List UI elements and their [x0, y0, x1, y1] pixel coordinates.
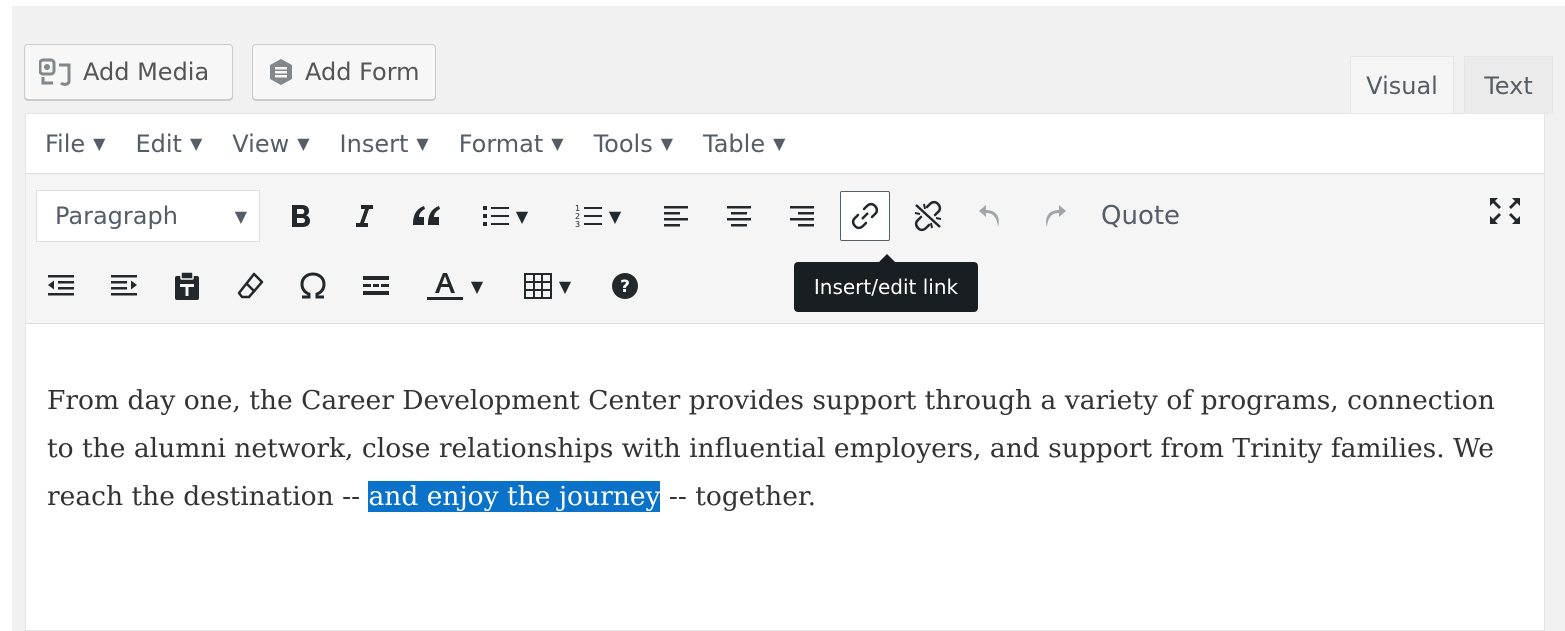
clear-formatting-icon [236, 271, 264, 301]
menu-view[interactable]: View ▼ [232, 130, 309, 158]
menu-tools-label: Tools [593, 129, 653, 158]
menu-insert[interactable]: Insert ▼ [340, 130, 429, 158]
redo-button[interactable] [1029, 191, 1079, 241]
caret-down-icon: ▼ [551, 134, 564, 153]
caret-down-icon: ▼ [608, 206, 622, 226]
align-right-icon [788, 203, 816, 229]
menu-file-label: File [45, 129, 86, 158]
toolbar-row-2: ▼ ▼ ? [36, 258, 663, 314]
redo-icon [1039, 201, 1069, 231]
menu-table[interactable]: Table ▼ [703, 130, 785, 158]
numbered-list-button[interactable]: 123 ▼ [558, 191, 638, 241]
caret-down-icon: ▼ [189, 134, 203, 153]
menu-edit[interactable]: Edit ▼ [135, 130, 202, 158]
insert-link-button[interactable] [840, 191, 890, 241]
bold-icon [288, 202, 314, 230]
help-button[interactable]: ? [600, 261, 650, 311]
horizontal-line-button[interactable] [351, 261, 401, 311]
format-select[interactable]: Paragraph ▼ [36, 190, 260, 242]
unlink-icon [911, 200, 945, 232]
editor-content[interactable]: From day one, the Career Development Cen… [47, 377, 1507, 521]
svg-text:?: ? [620, 277, 630, 297]
help-icon: ? [610, 271, 640, 301]
caret-down-icon: ▼ [660, 134, 674, 153]
table-icon [523, 272, 553, 300]
caret-down-icon: ▼ [470, 276, 484, 296]
content-text-after: -- together. [660, 481, 817, 512]
blockquote-icon [411, 203, 443, 229]
align-center-button[interactable] [714, 191, 764, 241]
caret-down-icon: ▼ [234, 206, 247, 226]
horizontal-line-icon [361, 273, 391, 299]
italic-icon [351, 202, 377, 230]
editor-menubar: File ▼ Edit ▼ View ▼ Insert ▼ Format ▼ T… [26, 114, 1544, 174]
svg-text:3: 3 [575, 220, 580, 229]
menu-format[interactable]: Format ▼ [459, 130, 564, 158]
editor-toolbar: Paragraph ▼ ▼ 1 2 3 ▼ Quote ▼ ▼ ? [26, 174, 1544, 324]
align-left-button[interactable] [651, 191, 701, 241]
caret-down-icon: ▼ [515, 206, 529, 226]
menu-tools[interactable]: Tools ▼ [594, 130, 673, 158]
quote-button[interactable]: Quote [1092, 191, 1189, 241]
paste-as-text-button[interactable] [162, 261, 212, 311]
menu-file[interactable]: File ▼ [45, 130, 105, 158]
numbered-list-icon: 123 [575, 203, 603, 229]
add-form-button[interactable]: Add Form [252, 44, 436, 100]
tab-visual[interactable]: Visual [1350, 56, 1454, 114]
outdent-button[interactable] [36, 261, 86, 311]
text-color-button[interactable]: ▼ [414, 261, 494, 311]
indent-button[interactable] [99, 261, 149, 311]
clear-formatting-button[interactable] [225, 261, 275, 311]
menu-edit-label: Edit [135, 129, 182, 158]
bullet-list-button[interactable]: ▼ [465, 191, 545, 241]
bullet-list-icon [482, 203, 510, 229]
add-media-button[interactable]: Add Media [24, 44, 233, 100]
italic-button[interactable] [339, 191, 389, 241]
align-left-icon [662, 203, 690, 229]
link-tooltip: Insert/edit link [794, 254, 978, 312]
menu-format-label: Format [458, 129, 544, 158]
menu-view-label: View [232, 129, 290, 158]
rich-text-editor: File ▼ Edit ▼ View ▼ Insert ▼ Format ▼ T… [25, 113, 1545, 631]
special-character-icon [298, 271, 328, 301]
menu-table-label: Table [703, 129, 766, 158]
special-character-button[interactable] [288, 261, 338, 311]
text-color-icon [425, 270, 465, 302]
align-right-button[interactable] [777, 191, 827, 241]
unlink-button[interactable] [903, 191, 953, 241]
add-media-label: Add Media [83, 58, 210, 86]
caret-down-icon: ▼ [93, 134, 106, 153]
indent-icon [109, 272, 139, 300]
editor-wrapper: Add Media Add Form Visual Text File ▼ Ed… [12, 6, 1565, 631]
paste-text-icon [173, 271, 201, 301]
caret-down-icon: ▼ [558, 276, 572, 296]
tab-text[interactable]: Text [1464, 56, 1553, 114]
align-center-icon [725, 203, 753, 229]
format-select-value: Paragraph [55, 202, 178, 230]
add-form-label: Add Form [305, 58, 420, 86]
link-icon [850, 201, 880, 231]
undo-icon [976, 201, 1006, 231]
table-button[interactable]: ▼ [507, 261, 587, 311]
fullscreen-icon [1488, 196, 1522, 230]
form-icon [267, 58, 295, 86]
fullscreen-button[interactable] [1480, 188, 1530, 238]
menu-insert-label: Insert [339, 129, 409, 158]
caret-down-icon: ▼ [773, 134, 786, 153]
selected-text: and enjoy the journey [368, 481, 661, 512]
undo-button[interactable] [966, 191, 1016, 241]
bold-button[interactable] [276, 191, 326, 241]
blockquote-button[interactable] [402, 191, 452, 241]
toolbar-row-1: Paragraph ▼ ▼ 1 2 3 ▼ Quote [36, 188, 1202, 244]
outdent-icon [46, 272, 76, 300]
media-icon [39, 57, 73, 87]
caret-down-icon: ▼ [297, 134, 310, 153]
caret-down-icon: ▼ [416, 134, 429, 153]
